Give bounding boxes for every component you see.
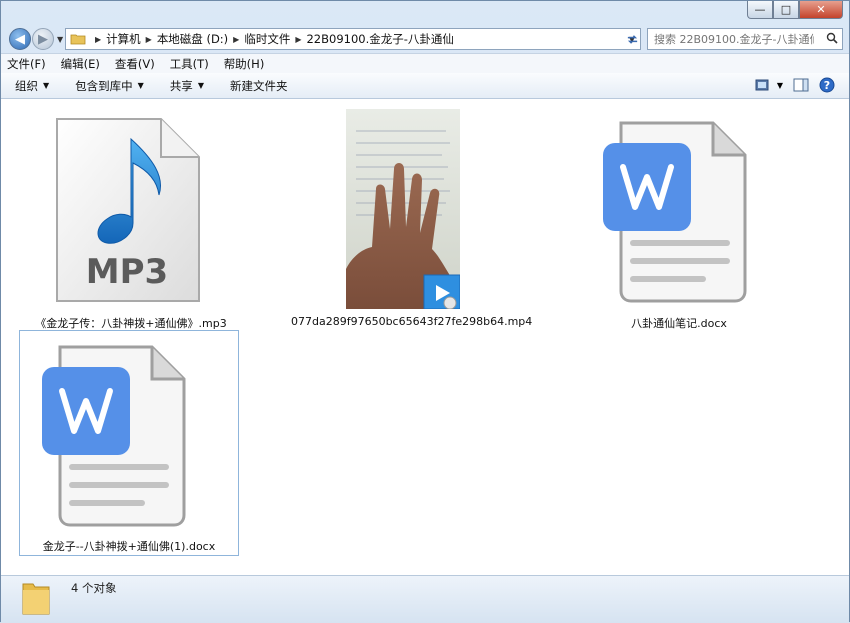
breadcrumb-temp[interactable]: 临时文件 [244,31,290,47]
folder-icon [70,34,86,45]
include-library-label: 包含到库中 [75,78,133,93]
video-thumbnail [346,109,460,309]
menu-tools[interactable]: 工具(T) [170,56,209,72]
navigation-bar: ◀ ▶ ▼ ▶ 计算机 ▶ 本地磁盘 (D:) ▶ 临时文件 ▶ 22B0910… [1,25,849,53]
preview-pane-button[interactable] [793,78,809,92]
recent-pages-dropdown[interactable]: ▼ [57,35,63,44]
chevron-right-icon[interactable]: ▶ [233,35,239,44]
svg-text:?: ? [824,79,830,92]
maximize-button[interactable]: □ [773,1,799,19]
back-button[interactable]: ◀ [9,28,31,50]
menu-bar: 文件(F) 编辑(E) 查看(V) 工具(T) 帮助(H) [1,53,849,73]
file-name[interactable]: 金龙子--八卦神拨+通仙佛(1).docx [20,538,238,554]
chevron-down-icon: ▼ [776,80,783,90]
organize-label: 组织 [15,78,38,93]
chevron-right-icon[interactable]: ▶ [146,35,152,44]
breadcrumb-current[interactable]: 22B09100.金龙子-八卦通仙 [306,31,453,47]
breadcrumb-drive[interactable]: 本地磁盘 (D:) [157,31,228,47]
forward-button[interactable]: ▶ [32,28,54,50]
file-item-mp4[interactable]: 077da289f97650bc65643f27fe298b64.mp4 [291,107,532,331]
file-name[interactable]: 《金龙子传：八卦神拨+通仙佛》.mp3 [11,315,251,331]
close-button[interactable]: ✕ [799,1,843,19]
file-name[interactable]: 八卦通仙笔记.docx [589,315,769,331]
command-bar: 组织 ▼ 包含到库中 ▼ 共享 ▼ 新建文件夹 ▼ ? [1,73,849,99]
share-button[interactable]: 共享 ▼ [170,78,204,94]
search-input[interactable] [654,32,814,46]
view-icon [755,79,769,91]
chevron-down-icon: ▼ [43,81,50,90]
folder-icon [22,583,50,615]
menu-help[interactable]: 帮助(H) [224,56,265,72]
wps-document-icon [603,121,747,303]
chevron-right-icon[interactable]: ▶ [95,35,101,44]
refresh-icon [627,34,637,44]
item-count: 4 个对象 [71,581,117,595]
title-bar: — □ ✕ [1,1,849,25]
file-list-pane[interactable]: MP3 《金龙子传：八卦神拨+通仙佛》.mp3 077da289f97650bc… [1,99,849,575]
breadcrumb-computer[interactable]: 计算机 [106,31,141,47]
refresh-button[interactable] [623,29,641,49]
file-item-docx-selected[interactable]: 金龙子--八卦神拨+通仙佛(1).docx [19,330,239,556]
file-name[interactable]: 077da289f97650bc65643f27fe298b64.mp4 [291,315,532,328]
minimize-button[interactable]: — [747,1,773,19]
menu-edit[interactable]: 编辑(E) [61,56,100,72]
chevron-right-icon[interactable]: ▶ [295,35,301,44]
file-item-mp3[interactable]: MP3 《金龙子传：八卦神拨+通仙佛》.mp3 [35,111,227,331]
help-icon: ? [819,77,835,93]
mp3-icon-text: MP3 [86,252,168,292]
include-library-button[interactable]: 包含到库中 ▼ [75,78,144,94]
share-label: 共享 [169,78,193,93]
chevron-down-icon: ▼ [137,81,144,90]
search-icon[interactable] [826,32,838,47]
menu-view[interactable]: 查看(V) [115,56,155,72]
view-options-button[interactable]: ▼ [755,78,783,92]
address-bar[interactable]: ▶ 计算机 ▶ 本地磁盘 (D:) ▶ 临时文件 ▶ 22B09100.金龙子-… [65,28,641,50]
help-button[interactable]: ? [819,77,835,93]
explorer-window: — □ ✕ ◀ ▶ ▼ ▶ 计算机 ▶ 本地磁盘 (D:) ▶ 临时文件 ▶ 2… [0,0,850,623]
new-folder-label: 新建文件夹 [229,78,288,93]
search-box[interactable] [647,28,843,50]
organize-button[interactable]: 组织 ▼ [15,78,49,94]
new-folder-button[interactable]: 新建文件夹 [230,78,288,94]
mp3-file-icon: MP3 [56,118,200,302]
file-item-docx[interactable]: 八卦通仙笔记.docx [589,111,769,331]
preview-pane-icon [793,78,809,92]
wps-document-icon [42,345,186,527]
details-pane: 4 个对象 [1,575,849,623]
chevron-down-icon: ▼ [197,81,204,90]
menu-file[interactable]: 文件(F) [7,56,46,72]
